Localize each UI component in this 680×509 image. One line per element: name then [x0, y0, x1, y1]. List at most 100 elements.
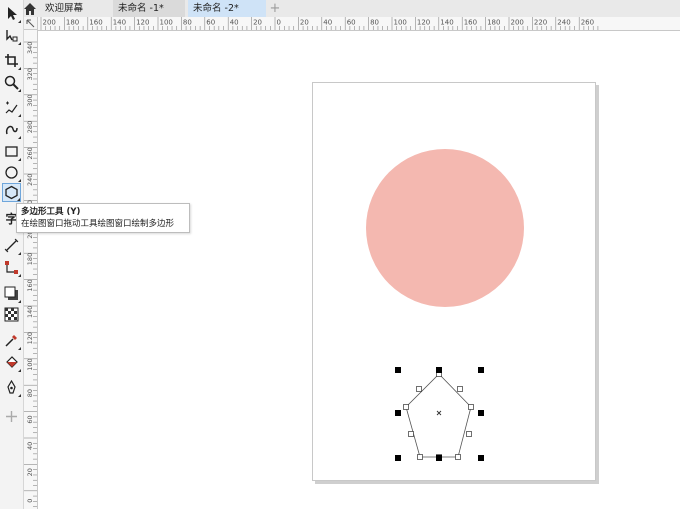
interactive-fill-tool-button[interactable]	[2, 353, 21, 372]
shape-tool-button[interactable]	[2, 26, 21, 45]
selection-handle-top-left	[395, 367, 401, 373]
ruler-top-label: 120	[136, 19, 149, 27]
connector-icon	[5, 261, 18, 274]
polygon-node	[457, 386, 463, 392]
polygon-tool-button[interactable]	[2, 183, 21, 202]
polygon-node	[416, 386, 422, 392]
center-marker-icon	[436, 410, 442, 416]
ruler-top-label: 240	[557, 19, 570, 27]
ruler-left-label: 340	[26, 42, 34, 54]
toolbox: 字	[0, 0, 24, 509]
connector-tool-button[interactable]	[2, 258, 21, 277]
arrow-pointer-icon	[8, 7, 17, 20]
transparency-tool-button[interactable]	[2, 305, 21, 324]
tab-untitled-1[interactable]: 未命名 -1*	[113, 0, 185, 17]
ruler-top-label: 0	[277, 19, 281, 27]
ruler-top-label: 180	[487, 19, 500, 27]
ruler-left-label: 0	[26, 499, 34, 503]
selection-handle-bottom-left	[395, 455, 401, 461]
tab-untitled-2[interactable]: 未命名 -2*	[188, 0, 266, 17]
dimension-tool-button[interactable]	[2, 236, 21, 255]
ruler-left-label: 240	[26, 174, 34, 186]
ruler-top-label: 80	[183, 19, 192, 27]
ruler-left-label: 280	[26, 121, 34, 133]
ruler-left-label: 20	[26, 468, 34, 476]
ruler-top-label: 20	[300, 19, 309, 27]
plus-icon	[6, 411, 17, 422]
vertical-ruler[interactable]: 3403203002802602402202001801601401201008…	[24, 30, 38, 509]
ellipse-shape[interactable]	[366, 149, 524, 307]
ruler-top-label: 140	[440, 19, 453, 27]
ruler-top-label: 200	[511, 19, 524, 27]
shadow-icon	[4, 286, 18, 300]
pen-nib-icon	[7, 380, 16, 394]
ruler-top-label: 20	[253, 19, 262, 27]
ruler-left-label: 60	[26, 415, 34, 423]
ruler-left-label: 140	[26, 306, 34, 318]
zoom-tool-button[interactable]	[2, 73, 21, 92]
selection-handle-middle-right	[478, 410, 484, 416]
smart-fill-tool-button[interactable]	[2, 378, 21, 397]
ruler-top-label: 80	[370, 19, 379, 27]
magnifier-icon	[4, 75, 19, 90]
freehand-icon	[5, 101, 18, 114]
ruler-left-label: 100	[26, 358, 34, 370]
add-tool-button[interactable]	[2, 407, 21, 426]
polygon-node	[455, 454, 461, 460]
selection-handle-bottom-right	[478, 455, 484, 461]
ellipse-icon	[5, 166, 18, 179]
selection-handle-top-center	[436, 367, 442, 373]
document-page[interactable]	[312, 82, 596, 481]
ruler-left-label: 260	[26, 147, 34, 159]
ruler-left-label: 80	[26, 389, 34, 397]
rectangle-icon	[5, 146, 18, 157]
ellipse-tool-button[interactable]	[2, 163, 21, 182]
ruler-left-label: 300	[26, 94, 34, 106]
ruler-top-label: 160	[89, 19, 102, 27]
document-tab-bar: 欢迎屏幕 未命名 -1* 未命名 -2* +	[0, 0, 680, 18]
node-edit-icon	[6, 30, 18, 42]
ruler-top-label: 40	[323, 19, 332, 27]
ruler-origin-corner[interactable]	[24, 17, 38, 30]
ruler-top-label: 180	[66, 19, 79, 27]
drawing-canvas[interactable]	[38, 31, 680, 509]
polygon-node	[403, 404, 409, 410]
artistic-media-tool-button[interactable]	[2, 120, 21, 139]
eyedropper-tool-button[interactable]	[2, 331, 21, 350]
rectangle-tool-button[interactable]	[2, 142, 21, 161]
polygon-shape[interactable]	[395, 367, 495, 471]
checkerboard-icon	[4, 307, 19, 322]
tab-welcome-screen[interactable]: 欢迎屏幕	[40, 0, 110, 17]
eyedropper-icon	[5, 335, 17, 347]
polygon-node	[468, 404, 474, 410]
freehand-tool-button[interactable]	[2, 98, 21, 117]
ruler-top-label: 100	[160, 19, 173, 27]
ruler-top-label: 200	[43, 19, 56, 27]
ruler-top-label: 220	[534, 19, 547, 27]
polygon-tool-tooltip: 多边形工具 (Y) 在绘图窗口拖动工具绘图窗口绘制多边形	[16, 203, 190, 233]
ruler-top-label: 40	[230, 19, 239, 27]
ruler-left-label: 320	[26, 68, 34, 80]
ruler-left-label: 160	[26, 279, 34, 291]
polygon-node	[417, 454, 423, 460]
ruler-left-label: 120	[26, 332, 34, 344]
ruler-top-label: 160	[464, 19, 477, 27]
ruler-top-label: 260	[581, 19, 594, 27]
paint-bucket-icon	[6, 356, 18, 368]
crop-tool-button[interactable]	[2, 51, 21, 70]
dimension-icon	[4, 238, 19, 253]
curve-icon	[5, 125, 18, 135]
add-tab-button[interactable]: +	[268, 0, 282, 17]
home-icon[interactable]	[22, 1, 38, 16]
ruler-top-label: 60	[347, 19, 356, 27]
polygon-node	[466, 431, 472, 437]
ruler-left-label: 40	[26, 442, 34, 450]
selection-handle-bottom-center	[436, 455, 442, 461]
ruler-left-label: 180	[26, 253, 34, 265]
selection-handle-top-right	[478, 367, 484, 373]
pick-tool-button[interactable]	[2, 4, 21, 23]
ruler-top-label: 100	[394, 19, 407, 27]
tooltip-title: 多边形工具 (Y)	[21, 207, 81, 217]
drop-shadow-tool-button[interactable]	[2, 284, 21, 303]
horizontal-ruler[interactable]: 200 180 160 140 120 100 80 60 40 20 0 20 40 60 80 100 12…	[38, 17, 680, 31]
